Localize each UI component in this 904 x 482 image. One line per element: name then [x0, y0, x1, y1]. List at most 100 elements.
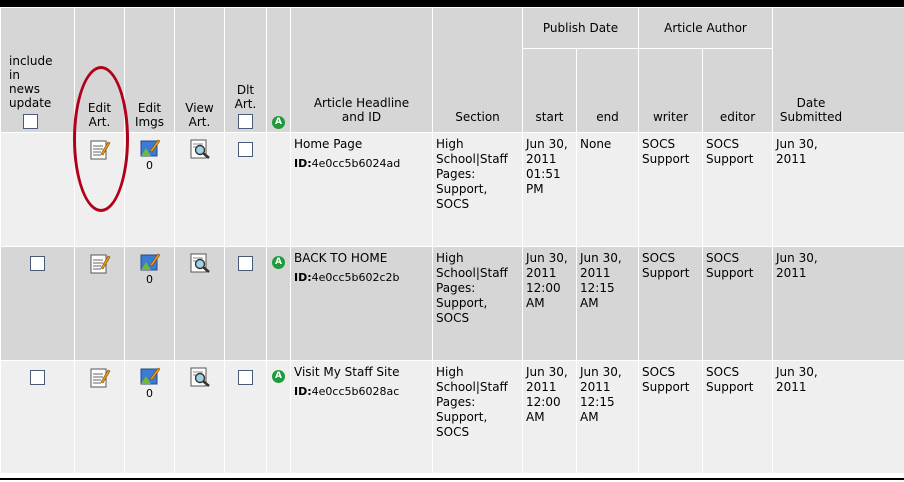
editor-header-label: editor	[719, 110, 756, 124]
edit-art-cell	[74, 246, 125, 361]
articles-table: include in news update Edit Art. Edit Im…	[0, 7, 904, 474]
date-submitted-cell: Jun 30, 2011	[772, 246, 904, 361]
section-cell: High School|Staff Pages: Support, SOCS	[432, 132, 523, 247]
edit-article-icon[interactable]	[89, 139, 111, 161]
include-checkbox[interactable]	[30, 370, 45, 385]
publish-date-group: Publish Date	[522, 7, 639, 49]
article-id: ID:4e0cc5b602c2b	[294, 270, 430, 285]
col-edit-imgs: Edit Imgs	[124, 7, 175, 133]
headline-header-label: Article Headline and ID	[313, 96, 410, 124]
approved-cell: A	[266, 246, 291, 361]
date-submitted-cell: Jun 30, 2011	[772, 132, 904, 247]
edit-article-icon[interactable]	[89, 253, 111, 275]
section-cell: High School|Staff Pages: Support, SOCS	[432, 246, 523, 361]
edit-art-cell	[74, 132, 125, 247]
approved-icon: A	[272, 116, 285, 129]
approved-icon: A	[272, 256, 285, 269]
edit-images-icon[interactable]	[140, 253, 160, 271]
article-id-label: ID:	[294, 271, 312, 284]
publish-date-header-label: Publish Date	[542, 21, 619, 35]
dlt-art-cell	[224, 246, 267, 361]
article-id-label: ID:	[294, 157, 312, 170]
view-art-cell	[174, 360, 225, 474]
col-start: start	[522, 48, 577, 133]
view-art-cell	[174, 246, 225, 361]
image-count: 0	[146, 159, 153, 172]
editor-cell: SOCS Support	[702, 360, 773, 474]
dlt-art-cell	[224, 360, 267, 474]
article-id-value: 4e0cc5b6028ac	[311, 385, 400, 398]
end-cell: Jun 30, 2011 12:15 AM	[576, 360, 639, 474]
article-headline[interactable]: BACK TO HOME	[294, 251, 387, 265]
section-cell: High School|Staff Pages: Support, SOCS	[432, 360, 523, 474]
table-row: 0 A Visit My Staff Site ID:4e0cc5b6028ac…	[0, 360, 904, 474]
writer-cell: SOCS Support	[638, 132, 703, 247]
view-article-icon[interactable]	[189, 367, 211, 387]
col-date-submitted: Date Submitted	[772, 7, 904, 133]
start-cell: Jun 30, 2011 12:00 AM	[522, 246, 577, 361]
include-cell	[0, 246, 75, 361]
start-cell: Jun 30, 2011 01:51 PM	[522, 132, 577, 247]
edit-imgs-cell: 0	[124, 246, 175, 361]
delete-checkbox[interactable]	[238, 256, 253, 271]
col-end: end	[576, 48, 639, 133]
col-headline: Article Headline and ID	[290, 7, 433, 133]
headline-cell: BACK TO HOME ID:4e0cc5b602c2b	[290, 246, 433, 361]
include-checkbox[interactable]	[30, 256, 45, 271]
include-all-checkbox[interactable]	[23, 114, 38, 129]
dlt-art-header-label: Dlt Art.	[234, 83, 257, 111]
section-header-label: Section	[455, 110, 500, 124]
article-id-value: 4e0cc5b602c2b	[311, 271, 400, 284]
headline-cell: Visit My Staff Site ID:4e0cc5b6028ac	[290, 360, 433, 474]
article-headline[interactable]: Home Page	[294, 137, 362, 151]
col-editor: editor	[702, 48, 773, 133]
col-dlt-art: Dlt Art.	[224, 7, 267, 133]
edit-images-icon[interactable]	[140, 139, 160, 157]
date-submitted-cell: Jun 30, 2011	[772, 360, 904, 474]
end-cell: None	[576, 132, 639, 247]
delete-all-checkbox[interactable]	[238, 114, 253, 129]
edit-images-icon[interactable]	[140, 367, 160, 385]
edit-art-header-label: Edit Art.	[87, 101, 112, 129]
view-article-icon[interactable]	[189, 253, 211, 273]
editor-cell: SOCS Support	[702, 132, 773, 247]
edit-imgs-cell: 0	[124, 360, 175, 474]
start-cell: Jun 30, 2011 12:00 AM	[522, 360, 577, 474]
approved-cell	[266, 132, 291, 247]
article-headline[interactable]: Visit My Staff Site	[294, 365, 399, 379]
article-author-header-label: Article Author	[664, 21, 747, 35]
article-id-value: 4e0cc5b6024ad	[311, 157, 401, 170]
col-section: Section	[432, 7, 523, 133]
article-id-label: ID:	[294, 385, 312, 398]
bottom-border	[0, 478, 904, 480]
end-header-label: end	[596, 110, 619, 124]
image-count: 0	[146, 387, 153, 400]
approved-cell: A	[266, 360, 291, 474]
article-author-group: Article Author	[638, 7, 773, 49]
edit-imgs-cell: 0	[124, 132, 175, 247]
delete-checkbox[interactable]	[238, 370, 253, 385]
view-art-cell	[174, 132, 225, 247]
col-writer: writer	[638, 48, 703, 133]
include-header-label: include in news update	[9, 54, 53, 110]
editor-cell: SOCS Support	[702, 246, 773, 361]
col-approved: A	[266, 7, 291, 133]
edit-imgs-header-label: Edit Imgs	[134, 101, 165, 129]
view-article-icon[interactable]	[189, 139, 211, 159]
start-header-label: start	[535, 110, 564, 124]
writer-header-label: writer	[652, 110, 689, 124]
table-row: 0 A BACK TO HOME ID:4e0cc5b602c2b High S…	[0, 246, 904, 361]
image-count: 0	[146, 273, 153, 286]
edit-article-icon[interactable]	[89, 367, 111, 389]
delete-checkbox[interactable]	[238, 142, 253, 157]
include-cell	[0, 360, 75, 474]
date-submitted-header-label: Date Submitted	[779, 96, 843, 124]
article-id: ID:4e0cc5b6024ad	[294, 156, 430, 171]
headline-cell: Home Page ID:4e0cc5b6024ad	[290, 132, 433, 247]
edit-art-cell	[74, 360, 125, 474]
include-cell	[0, 132, 75, 247]
article-id: ID:4e0cc5b6028ac	[294, 384, 430, 399]
end-cell: Jun 30, 2011 12:15 AM	[576, 246, 639, 361]
view-art-header-label: View Art.	[185, 101, 214, 129]
table-row: 0 Home Page ID:4e0cc5b6024ad High School…	[0, 132, 904, 247]
